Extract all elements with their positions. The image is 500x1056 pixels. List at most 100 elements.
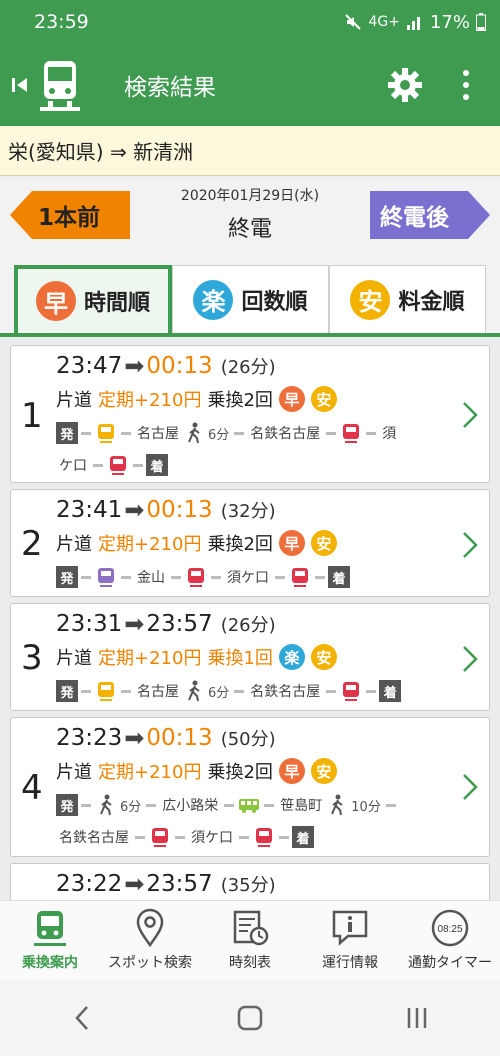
train-red-icon xyxy=(188,568,204,587)
arrival-time: 00:13 xyxy=(146,497,213,523)
trip-type: 片道 xyxy=(56,534,92,555)
departure-time: 23:22 xyxy=(56,871,123,897)
info-icon xyxy=(332,910,368,946)
station-name: 名古屋 xyxy=(137,684,179,700)
result-times: 23:22 ➡ 23:57 (35分) xyxy=(56,870,276,898)
arrival-time: 23:57 xyxy=(146,871,213,897)
battery-icon xyxy=(476,13,486,31)
cheap-badge-icon: 安 xyxy=(310,530,337,556)
route-text: 栄(愛知県) ⇒ 新清洲 xyxy=(8,140,194,164)
result-card[interactable]: 23:22 ➡ 23:57 (35分) xyxy=(10,863,490,900)
station-name: 金山 xyxy=(137,570,165,586)
tab-time-order-label: 時間順 xyxy=(83,291,150,316)
station-name: ケ口 xyxy=(59,458,87,474)
subway-purple-icon xyxy=(98,568,114,587)
nav-commute-timer-label: 通勤タイマー xyxy=(408,955,492,971)
pin-icon xyxy=(136,908,164,948)
nav-commute-timer[interactable]: 08:25 通勤タイマー xyxy=(400,901,500,980)
walk-time: 10分 xyxy=(351,799,381,815)
easy-badge-icon: 楽 xyxy=(278,644,305,670)
subway-yellow-icon xyxy=(98,424,114,443)
status-time: 23:59 xyxy=(34,11,89,33)
route-segments-cont: ケ口 着 xyxy=(56,454,168,476)
easy-badge-icon: 楽 xyxy=(193,279,234,320)
result-fare-row: 片道 定期+210円 乗換1回 楽安 xyxy=(56,644,337,670)
arrow-icon: ➡ xyxy=(124,610,145,638)
nav-timetable[interactable]: 時刻表 xyxy=(200,901,300,980)
fare: 定期+210円 xyxy=(98,648,202,669)
duration: (26分) xyxy=(220,357,276,378)
result-card[interactable]: 3 23:31 ➡ 23:57 (26分) 片道 定期+210円 乗換1回 楽安 発 … xyxy=(10,603,490,711)
sort-tabs: 早 時間順 楽 回数順 安 料金順 xyxy=(0,265,500,337)
arrive-marker: 着 xyxy=(328,566,350,588)
transfer-count: 乗換2回 xyxy=(207,762,273,783)
status-icons: 4G+ 17% xyxy=(344,12,486,33)
station-name: 名鉄名古屋 xyxy=(250,684,321,700)
gear-icon[interactable] xyxy=(386,66,424,104)
chevron-right-icon[interactable] xyxy=(461,400,479,430)
arrive-marker: 着 xyxy=(292,826,314,848)
chevron-right-icon[interactable] xyxy=(461,644,479,674)
station-name: 名鉄名古屋 xyxy=(250,426,321,442)
result-times: 23:47 ➡ 00:13 (26分) xyxy=(56,352,276,380)
walk-icon xyxy=(188,680,200,702)
depart-marker: 発 xyxy=(56,680,78,702)
trip-type: 片道 xyxy=(56,390,92,411)
after-last-train-button[interactable]: 終電後 xyxy=(370,191,490,239)
nav-transit[interactable]: 乗換案内 xyxy=(0,901,100,980)
result-card[interactable]: 4 23:23 ➡ 00:13 (50分) 片道 定期+210円 乗換2回 早安 発 … xyxy=(10,717,490,857)
departure-time: 23:41 xyxy=(56,497,123,523)
nav-spot-search[interactable]: スポット検索 xyxy=(100,901,200,980)
departure-time: 23:31 xyxy=(56,611,123,637)
timer-icon: 08:25 xyxy=(431,909,469,947)
station-name: 笹島町 xyxy=(280,798,323,814)
nav-spot-search-label: スポット検索 xyxy=(108,955,192,971)
result-card[interactable]: 2 23:41 ➡ 00:13 (32分) 片道 定期+210円 乗換2回 早安 発 … xyxy=(10,489,490,597)
arrival-time: 00:13 xyxy=(146,353,213,379)
system-back-icon[interactable] xyxy=(68,1003,98,1033)
train-red-icon xyxy=(343,682,360,701)
page-title: 検索結果 xyxy=(124,75,216,101)
fare: 定期+210円 xyxy=(98,762,202,783)
status-bar: 23:59 4G+ 17% xyxy=(0,0,500,44)
arrive-marker: 着 xyxy=(146,454,168,476)
chevron-right-icon[interactable] xyxy=(461,530,479,560)
system-recents-icon[interactable] xyxy=(402,1003,432,1033)
tab-fare-order[interactable]: 安 料金順 xyxy=(329,265,486,333)
results-list[interactable]: 1 23:47 ➡ 00:13 (26分) 片道 定期+210円 乗換2回 早安 発 … xyxy=(0,337,500,900)
train-red-icon xyxy=(152,828,168,847)
route-segments-cont: 名鉄名古屋 須ケ口 着 xyxy=(56,826,314,848)
arrival-time: 23:57 xyxy=(146,611,213,637)
tab-time-order[interactable]: 早 時間順 xyxy=(14,265,172,333)
walk-time: 6分 xyxy=(208,427,230,443)
result-fare-row: 片道 定期+210円 乗換2回 早安 xyxy=(56,386,337,412)
chevron-right-icon[interactable] xyxy=(461,772,479,802)
signal-icon xyxy=(406,17,420,30)
result-number: 2 xyxy=(21,524,43,564)
train-red-icon xyxy=(292,568,308,587)
result-card[interactable]: 1 23:47 ➡ 00:13 (26分) 片道 定期+210円 乗換2回 早安 発 … xyxy=(10,345,490,483)
network-label: 4G+ xyxy=(368,14,400,30)
back-button[interactable] xyxy=(10,70,34,100)
nav-service-info[interactable]: 運行情報 xyxy=(300,901,400,980)
battery-percent: 17% xyxy=(429,11,470,33)
fare: 定期+210円 xyxy=(98,390,202,411)
trip-type: 片道 xyxy=(56,762,92,783)
time-navigation: 1本前 2020年01月29日(水) 終電 終電後 xyxy=(0,177,500,265)
search-date: 2020年01月29日(水) xyxy=(180,188,320,204)
system-navigation xyxy=(0,980,500,1056)
trip-type: 片道 xyxy=(56,648,92,669)
result-fare-row: 片道 定期+210円 乗換2回 早安 xyxy=(56,530,337,556)
previous-train-button[interactable]: 1本前 xyxy=(10,191,130,239)
train-red-icon xyxy=(343,424,360,443)
departure-time: 23:23 xyxy=(56,725,123,751)
duration: (50分) xyxy=(220,729,276,750)
duration: (32分) xyxy=(220,501,276,522)
more-menu-button[interactable] xyxy=(462,70,470,100)
tab-transfer-order[interactable]: 楽 回数順 xyxy=(172,265,329,333)
fast-badge-icon: 早 xyxy=(278,530,305,556)
transfer-count: 乗換2回 xyxy=(207,534,273,555)
nav-timetable-label: 時刻表 xyxy=(229,955,271,971)
system-home-icon[interactable] xyxy=(235,1003,265,1033)
depart-marker: 発 xyxy=(56,566,78,588)
